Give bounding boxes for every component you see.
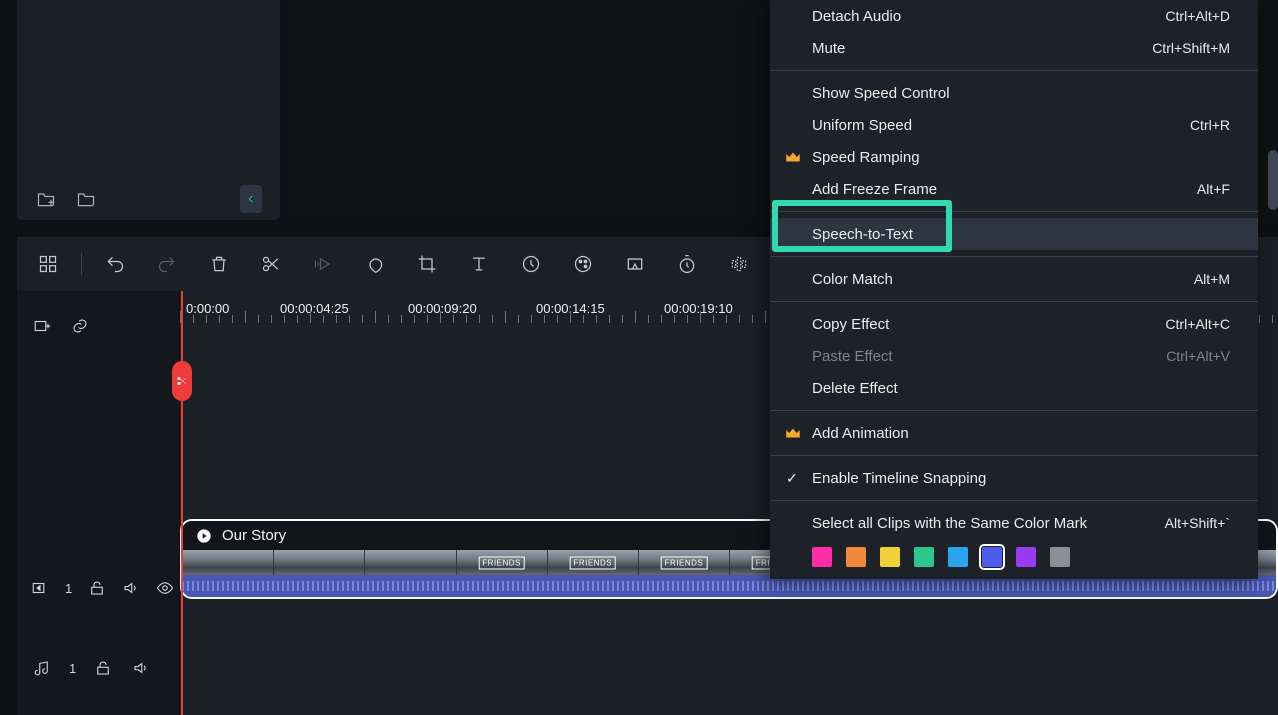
speed-icon[interactable] <box>520 253 542 275</box>
menu-item-shortcut: Ctrl+Alt+V <box>1166 348 1230 364</box>
clip-title: Our Story <box>222 527 286 544</box>
play-icon <box>196 528 212 544</box>
check-icon: ✓ <box>786 470 798 487</box>
menu-item[interactable]: Speed Ramping <box>770 141 1258 173</box>
menu-item-label: Color Match <box>812 271 1174 288</box>
new-folder-icon[interactable] <box>35 188 57 210</box>
marker-icon[interactable] <box>364 253 386 275</box>
menu-item-label: Select all Clips with the Same Color Mar… <box>812 515 1145 532</box>
menu-item-label: Speech-to-Text <box>812 226 1230 243</box>
menu-divider <box>770 500 1258 501</box>
menu-item-label: Enable Timeline Snapping <box>812 470 1230 487</box>
audio-stretch-icon[interactable] <box>312 253 334 275</box>
menu-item-shortcut: Ctrl+R <box>1190 117 1230 133</box>
color-swatch[interactable] <box>914 547 934 567</box>
menu-item-shortcut: Alt+Shift+` <box>1165 515 1230 531</box>
menu-item-shortcut: Ctrl+Alt+D <box>1165 8 1230 24</box>
collapse-panel-button[interactable] <box>240 185 262 213</box>
menu-item[interactable]: Copy Effect Ctrl+Alt+C <box>770 308 1258 340</box>
mute-icon[interactable] <box>130 657 152 679</box>
color-swatch[interactable] <box>880 547 900 567</box>
menu-divider <box>770 410 1258 411</box>
menu-item-label: Speed Ramping <box>812 149 1230 166</box>
menu-item[interactable]: Color Match Alt+M <box>770 263 1258 295</box>
menu-item[interactable]: Select all Clips with the Same Color Mar… <box>770 507 1258 539</box>
menu-item-label: Add Animation <box>812 425 1230 442</box>
lock-icon[interactable] <box>88 577 106 599</box>
lock-icon[interactable] <box>92 657 114 679</box>
color-swatch[interactable] <box>1050 547 1070 567</box>
audio-track-header: 1 <box>17 645 179 691</box>
menu-item[interactable]: Add Freeze Frame Alt+F <box>770 173 1258 205</box>
menu-divider <box>770 301 1258 302</box>
add-track-icon[interactable] <box>31 315 53 337</box>
menu-item[interactable]: Speech-to-Text <box>770 218 1258 250</box>
color-swatch[interactable] <box>982 547 1002 567</box>
text-icon[interactable] <box>468 253 490 275</box>
ruler-label: 00:00:09:20 <box>408 301 477 316</box>
menu-item-label: Mute <box>812 40 1132 57</box>
link-icon[interactable] <box>69 315 91 337</box>
menu-item[interactable]: Show Speed Control <box>770 77 1258 109</box>
menu-item[interactable]: Delete Effect <box>770 372 1258 404</box>
ruler-label: 00:00:04:25 <box>280 301 349 316</box>
menu-item-label: Paste Effect <box>812 348 1146 365</box>
menu-item[interactable]: Uniform Speed Ctrl+R <box>770 109 1258 141</box>
playhead[interactable] <box>181 291 183 715</box>
menu-divider <box>770 256 1258 257</box>
playhead-handle[interactable] <box>172 361 192 401</box>
menu-item[interactable]: Mute Ctrl+Shift+M <box>770 32 1258 64</box>
menu-item[interactable]: ✓ Enable Timeline Snapping <box>770 462 1258 494</box>
media-panel-footer <box>17 178 280 220</box>
menu-item-shortcut: Ctrl+Alt+C <box>1165 316 1230 332</box>
color-mark-swatches <box>770 539 1258 567</box>
color-icon[interactable] <box>572 253 594 275</box>
menu-item-shortcut: Ctrl+Shift+M <box>1152 40 1230 56</box>
crop-icon[interactable] <box>416 253 438 275</box>
preview-scrollbar[interactable] <box>1268 150 1278 210</box>
video-track-header: 1 <box>17 565 179 611</box>
menu-item-label: Delete Effect <box>812 380 1230 397</box>
video-track-icon <box>31 577 49 599</box>
toolbar-separator <box>81 253 82 275</box>
video-track-badge: 1 <box>65 581 72 596</box>
context-menu[interactable]: Detach Audio Ctrl+Alt+D Mute Ctrl+Shift+M Sh… <box>770 0 1258 579</box>
chroma-icon[interactable] <box>624 253 646 275</box>
layout-icon[interactable] <box>37 253 59 275</box>
ruler-label: 00:00:19:10 <box>664 301 733 316</box>
folder-icon[interactable] <box>75 188 97 210</box>
menu-item-label: Add Freeze Frame <box>812 181 1177 198</box>
color-swatch[interactable] <box>846 547 866 567</box>
menu-item-shortcut: Alt+F <box>1197 181 1230 197</box>
menu-divider <box>770 211 1258 212</box>
track-header-panel: 1 1 <box>17 291 180 715</box>
premium-crown-icon <box>784 148 802 166</box>
split-icon[interactable] <box>260 253 282 275</box>
audio-track-icon <box>31 657 53 679</box>
menu-item-label: Uniform Speed <box>812 117 1170 134</box>
visibility-icon[interactable] <box>156 577 174 599</box>
duration-icon[interactable] <box>676 253 698 275</box>
color-swatch[interactable] <box>1016 547 1036 567</box>
keyframe-icon[interactable] <box>728 253 750 275</box>
menu-item[interactable]: Add Animation <box>770 417 1258 449</box>
color-swatch[interactable] <box>948 547 968 567</box>
redo-icon[interactable] <box>156 253 178 275</box>
menu-item-label: Show Speed Control <box>812 85 1230 102</box>
menu-item: Paste Effect Ctrl+Alt+V <box>770 340 1258 372</box>
delete-icon[interactable] <box>208 253 230 275</box>
menu-divider <box>770 70 1258 71</box>
ruler-label: 0:00:00 <box>186 301 229 316</box>
menu-divider <box>770 455 1258 456</box>
undo-icon[interactable] <box>104 253 126 275</box>
audio-track-badge: 1 <box>69 661 76 676</box>
mute-icon[interactable] <box>122 577 140 599</box>
menu-item[interactable]: Detach Audio Ctrl+Alt+D <box>770 0 1258 32</box>
color-swatch[interactable] <box>812 547 832 567</box>
premium-crown-icon <box>784 424 802 442</box>
track-add-row <box>17 303 179 349</box>
menu-item-shortcut: Alt+M <box>1194 271 1230 287</box>
menu-item-label: Detach Audio <box>812 8 1145 25</box>
menu-item-label: Copy Effect <box>812 316 1145 333</box>
